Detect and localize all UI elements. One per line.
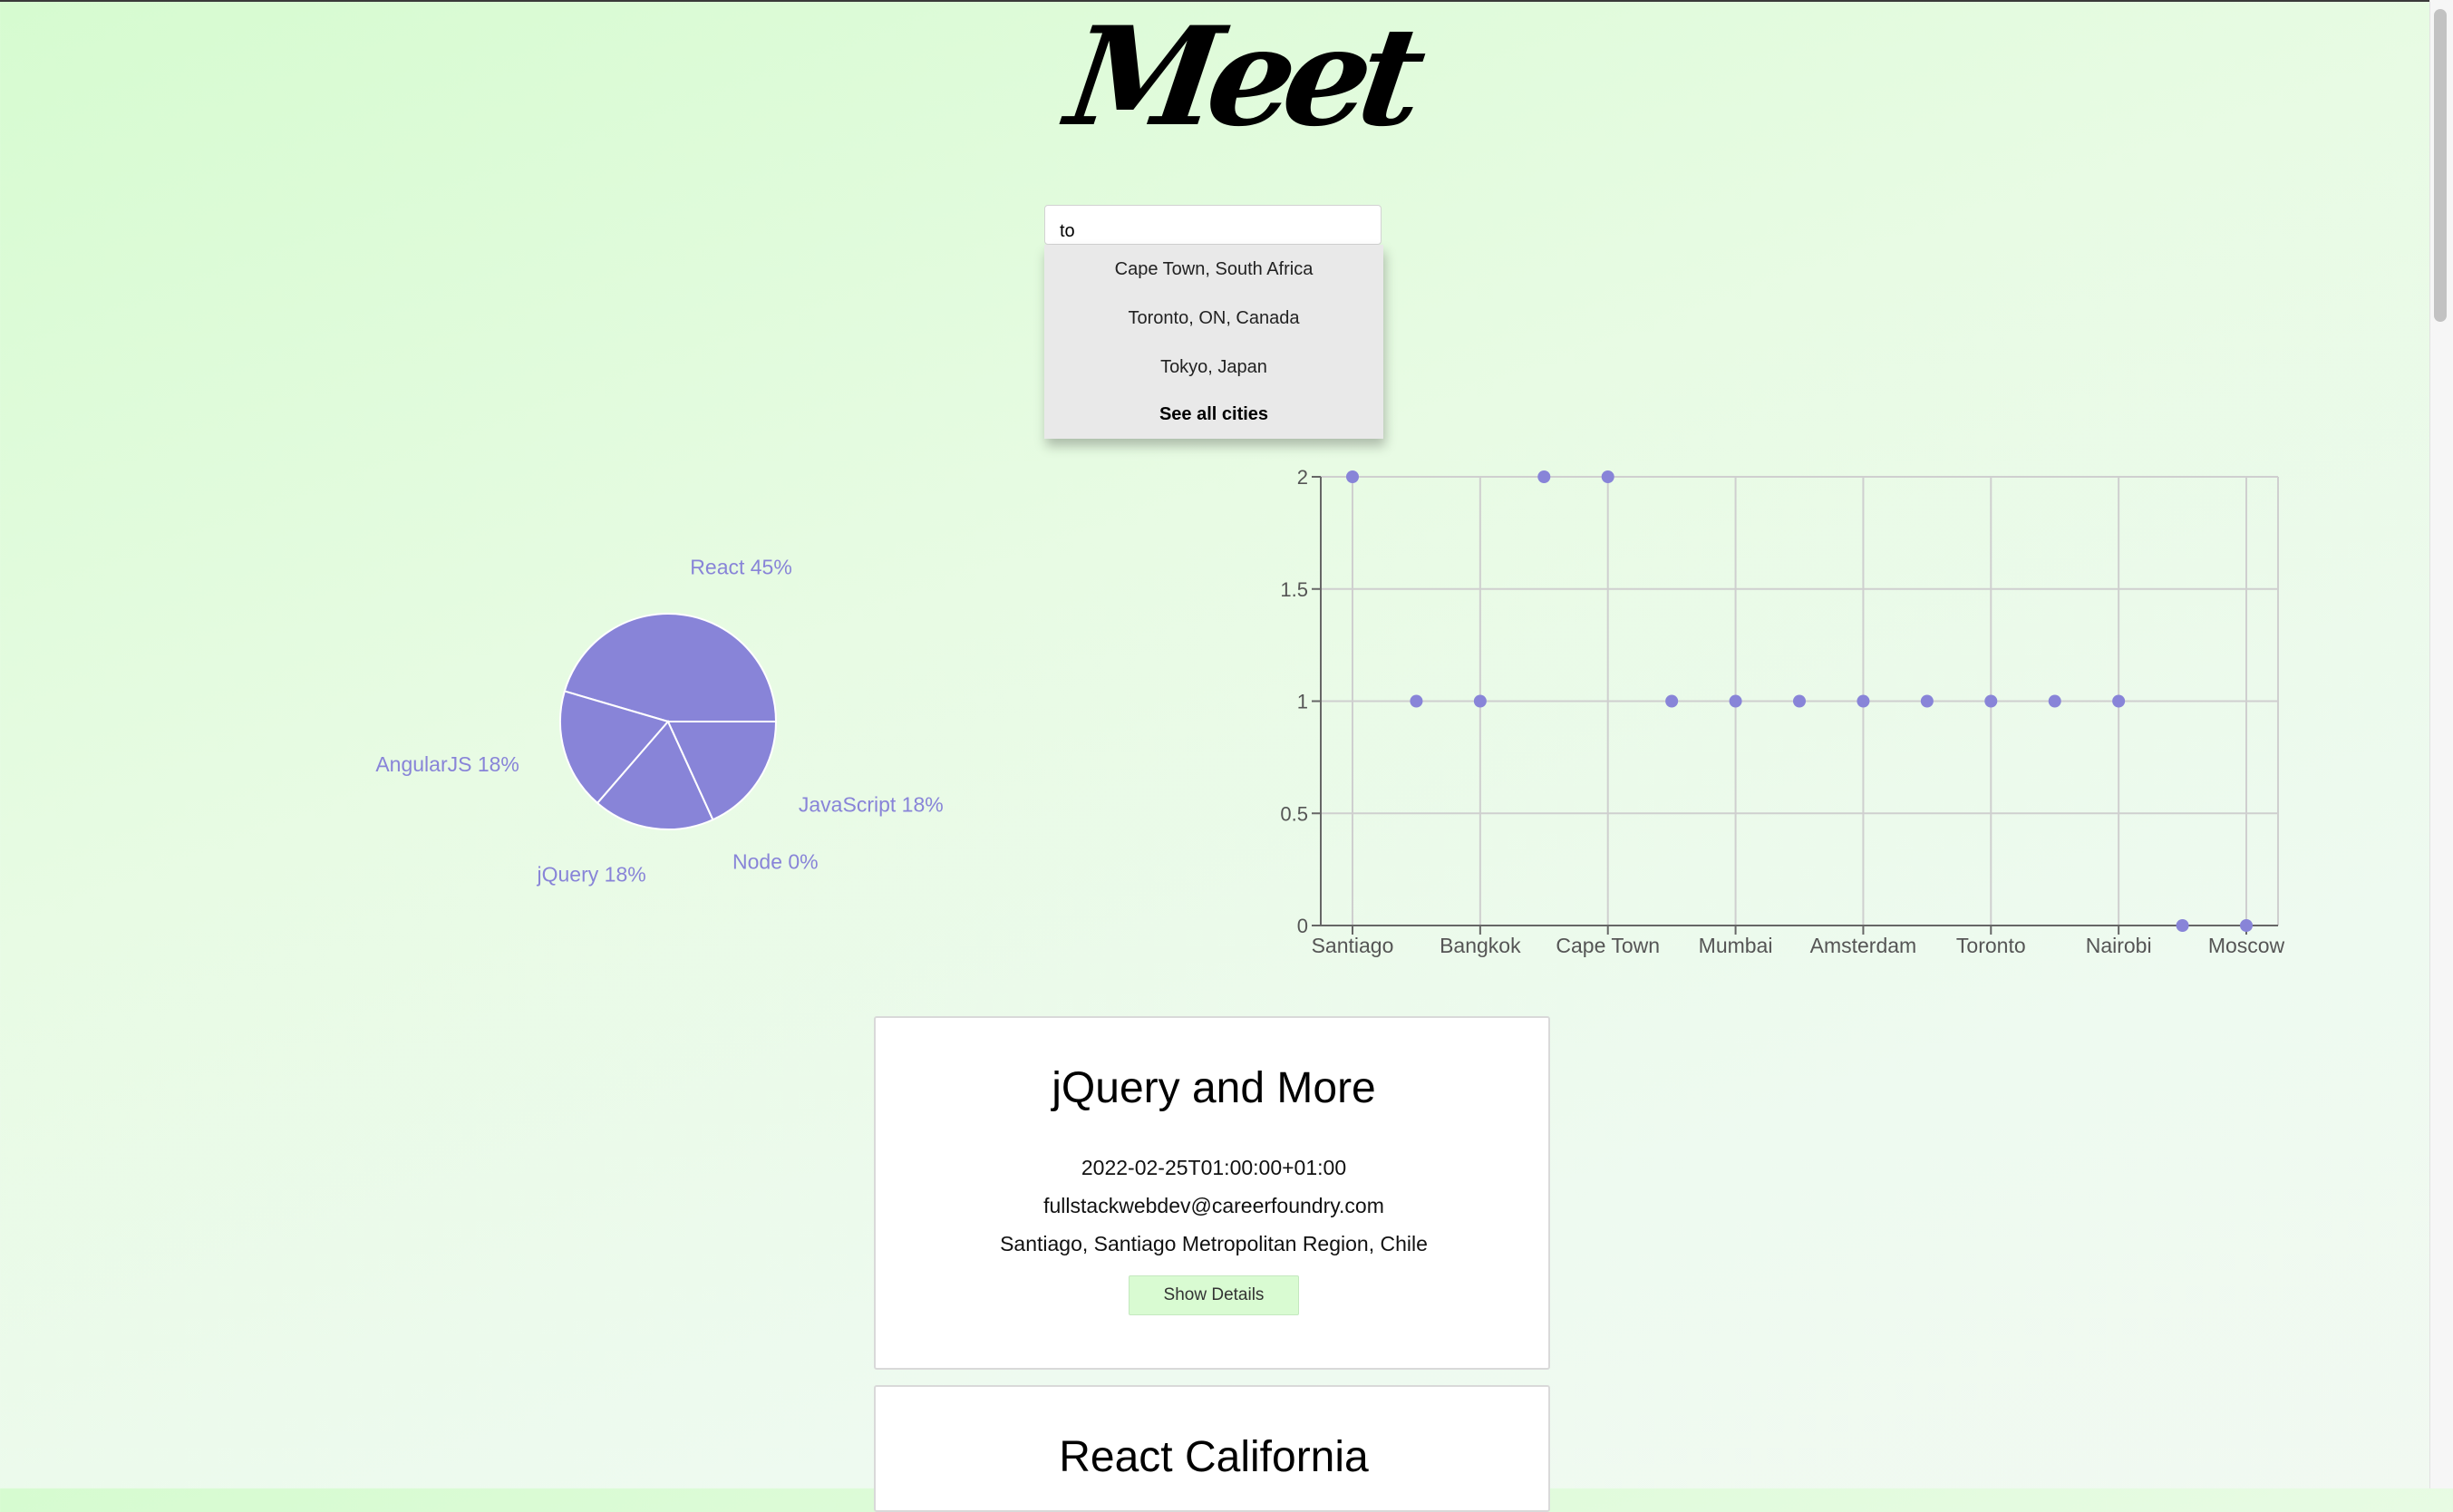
event-card: React California bbox=[874, 1385, 1550, 1512]
x-tick-label: Toronto bbox=[1956, 934, 2026, 957]
page-scrollbar-thumb[interactable] bbox=[2434, 9, 2447, 322]
x-tick-label: Moscow bbox=[2208, 934, 2285, 957]
scatter-point bbox=[2048, 694, 2061, 708]
y-tick-label: 0.5 bbox=[1280, 802, 1308, 825]
event-title: React California bbox=[1059, 1433, 1369, 1481]
x-tick-label: Amsterdam bbox=[1810, 934, 1917, 957]
scatter-point bbox=[1537, 470, 1551, 483]
x-tick-label: Mumbai bbox=[1699, 934, 1773, 957]
scatter-point bbox=[2176, 919, 2189, 932]
scatter-point bbox=[1601, 470, 1614, 483]
event-title: jQuery and More bbox=[1052, 1064, 1376, 1112]
show-details-button[interactable]: Show Details bbox=[1129, 1275, 1299, 1315]
scatter-point bbox=[1346, 470, 1359, 483]
y-tick-label: 1.5 bbox=[1280, 578, 1308, 601]
x-tick-label: Bangkok bbox=[1440, 934, 1521, 957]
scatter-point bbox=[1857, 694, 1870, 708]
event-date: 2022-02-25T01:00:00+01:00 bbox=[1081, 1156, 1347, 1179]
scatter-point bbox=[1410, 694, 1423, 708]
scatter-point bbox=[1920, 694, 1934, 708]
scatter-point bbox=[1729, 694, 1742, 708]
x-tick-label: Cape Town bbox=[1556, 934, 1660, 957]
y-tick-label: 2 bbox=[1297, 466, 1308, 489]
event-card: jQuery and More 2022-02-25T01:00:00+01:0… bbox=[874, 1016, 1550, 1370]
event-email: fullstackwebdev@careerfoundry.com bbox=[1043, 1194, 1384, 1217]
event-location: Santiago, Santiago Metropolitan Region, … bbox=[1000, 1232, 1428, 1255]
scatter-point bbox=[1793, 694, 1806, 708]
scatter-point bbox=[1984, 694, 1998, 708]
y-tick-label: 1 bbox=[1297, 691, 1308, 713]
x-tick-label: Santiago bbox=[1312, 934, 1394, 957]
scatter-point bbox=[1665, 694, 1679, 708]
scatter-point bbox=[2112, 694, 2126, 708]
scatter-point bbox=[1473, 694, 1487, 708]
x-tick-label: Nairobi bbox=[2086, 934, 2152, 957]
y-tick-label: 0 bbox=[1297, 915, 1308, 937]
scatter-point bbox=[2240, 919, 2253, 932]
